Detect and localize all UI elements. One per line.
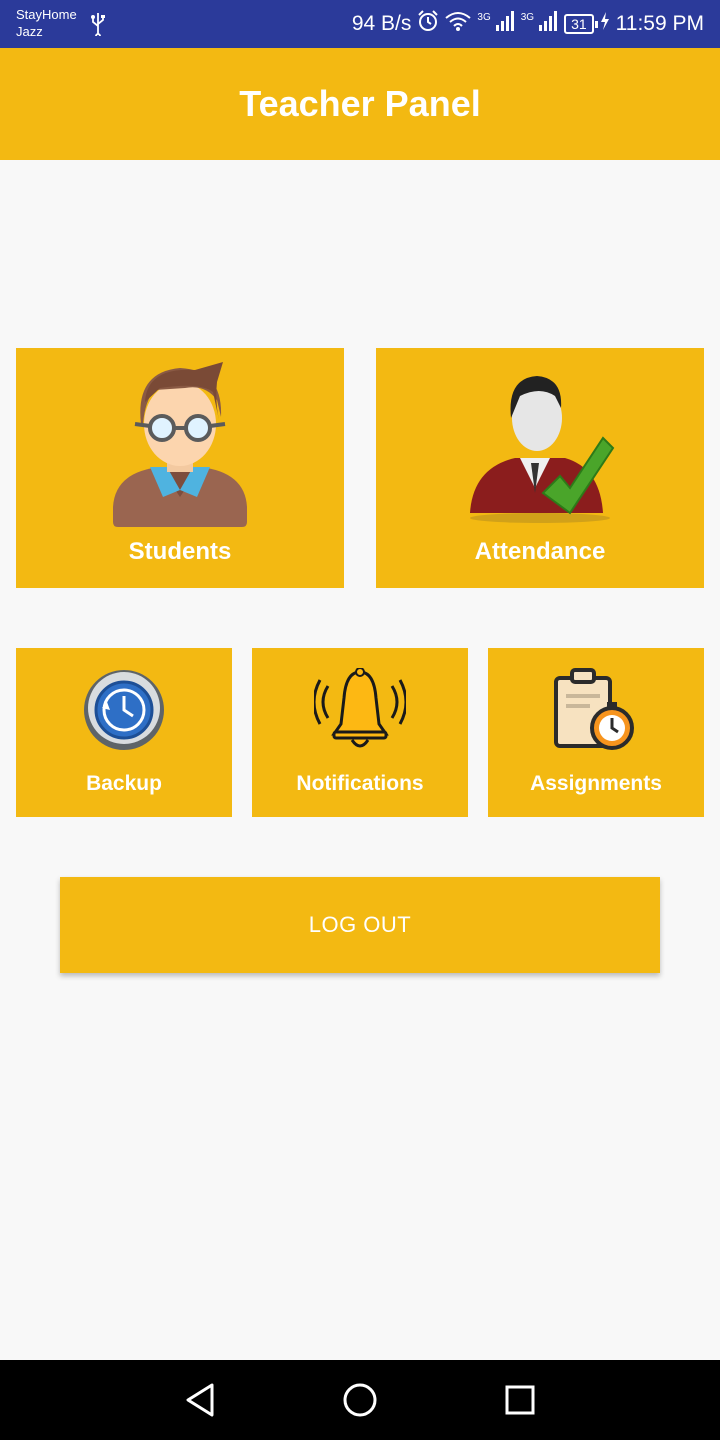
- home-button[interactable]: [340, 1380, 380, 1420]
- backup-tile[interactable]: Backup: [16, 648, 232, 817]
- logout-button[interactable]: LOG OUT: [60, 877, 660, 973]
- signal-icon-2: [538, 11, 558, 37]
- back-button[interactable]: [180, 1380, 220, 1420]
- attendance-check-icon: [465, 368, 615, 528]
- signal1-label: 3G: [477, 12, 491, 23]
- recents-button[interactable]: [500, 1380, 540, 1420]
- carrier-line2: Jazz: [16, 24, 43, 39]
- battery-indicator: 31: [564, 14, 598, 34]
- clipboard-stopwatch-icon: [554, 668, 638, 759]
- backup-label: Backup: [86, 772, 162, 795]
- backup-clock-icon: [82, 668, 166, 757]
- usb-icon: [90, 12, 106, 41]
- page-title: Teacher Panel: [239, 83, 481, 124]
- attendance-label: Attendance: [474, 538, 606, 565]
- status-icons: 94 B/s 3G 3G 31 11:59 PM: [352, 0, 704, 48]
- carrier-info: StayHome Jazz: [16, 6, 77, 40]
- students-label: Students: [128, 538, 232, 565]
- status-bar: StayHome Jazz 94 B/s 3G 3G 31 11:59 PM: [0, 0, 720, 48]
- navigation-bar: [0, 1360, 720, 1440]
- signal-icon: [495, 11, 515, 37]
- signal2-label: 3G: [520, 12, 535, 23]
- attendance-tile[interactable]: Attendance: [376, 348, 704, 588]
- app-bar: Teacher Panel: [0, 48, 720, 160]
- network-speed: 94 B/s: [351, 12, 412, 35]
- assignments-label: Assignments: [530, 772, 662, 795]
- students-tile[interactable]: Students: [16, 348, 344, 588]
- bell-icon: [312, 667, 408, 757]
- assignments-tile[interactable]: Assignments: [488, 648, 704, 817]
- carrier-line1: StayHome: [16, 7, 77, 22]
- charging-icon: [600, 12, 610, 36]
- notifications-label: Notifications: [296, 772, 424, 795]
- wifi-icon: [445, 11, 472, 37]
- student-avatar-icon: [105, 362, 255, 532]
- alarm-icon: [417, 10, 439, 38]
- clock-time: 11:59 PM: [615, 12, 704, 35]
- notifications-tile[interactable]: Notifications: [252, 648, 468, 817]
